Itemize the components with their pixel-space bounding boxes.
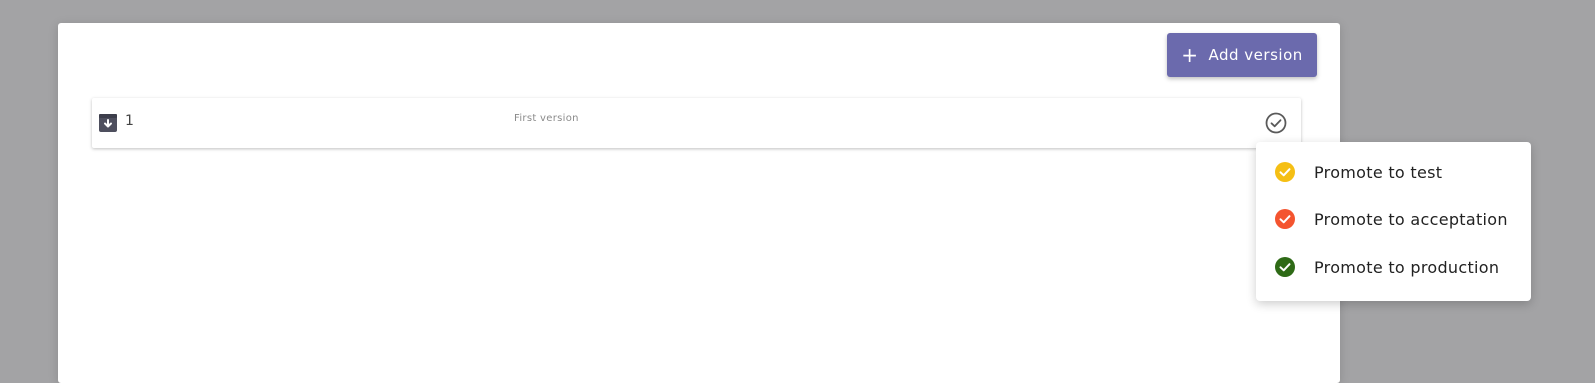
promote-to-production-label: Promote to production — [1314, 257, 1500, 277]
check-circle-outline-icon[interactable] — [1264, 111, 1288, 135]
archive-download-icon — [99, 114, 117, 132]
version-description: First version — [514, 113, 579, 124]
version-row[interactable]: 1 First version — [92, 98, 1301, 148]
promote-to-test-label: Promote to test — [1314, 162, 1443, 182]
plus-icon: + — [1181, 43, 1199, 67]
promote-to-acceptation-label: Promote to acceptation — [1314, 209, 1508, 229]
add-version-label: Add version — [1208, 46, 1303, 64]
add-version-button[interactable]: + Add version — [1167, 33, 1317, 77]
check-circle-icon — [1275, 162, 1295, 182]
check-circle-icon — [1275, 257, 1295, 277]
promote-to-production-item[interactable]: Promote to production — [1256, 245, 1531, 289]
check-circle-icon — [1275, 209, 1295, 229]
version-number: 1 — [125, 113, 134, 129]
promote-menu: Promote to test Promote to acceptation P… — [1256, 142, 1531, 301]
versions-card — [58, 23, 1340, 383]
promote-to-test-item[interactable]: Promote to test — [1256, 150, 1531, 194]
promote-to-acceptation-item[interactable]: Promote to acceptation — [1256, 197, 1531, 241]
